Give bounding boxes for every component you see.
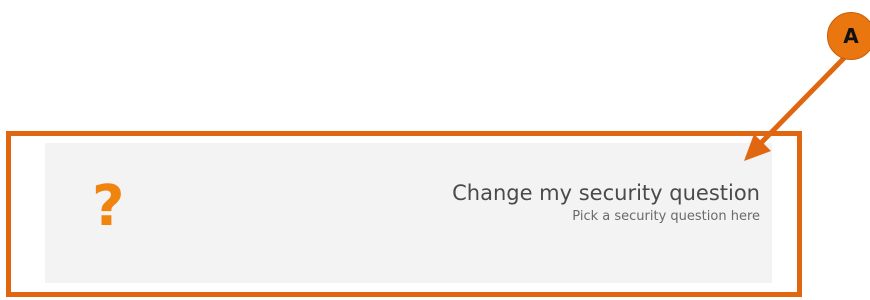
card-subtitle: Pick a security question here [572,209,760,225]
card-text: Change my security question Pick a secur… [452,181,760,225]
annotation-highlight-frame: ? Change my security question Pick a sec… [6,131,802,297]
card-title: Change my security question [452,181,760,205]
callout-badge-a: A [827,12,870,60]
change-security-question-card[interactable]: ? Change my security question Pick a sec… [45,143,772,283]
question-mark-icon: ? [92,174,125,239]
